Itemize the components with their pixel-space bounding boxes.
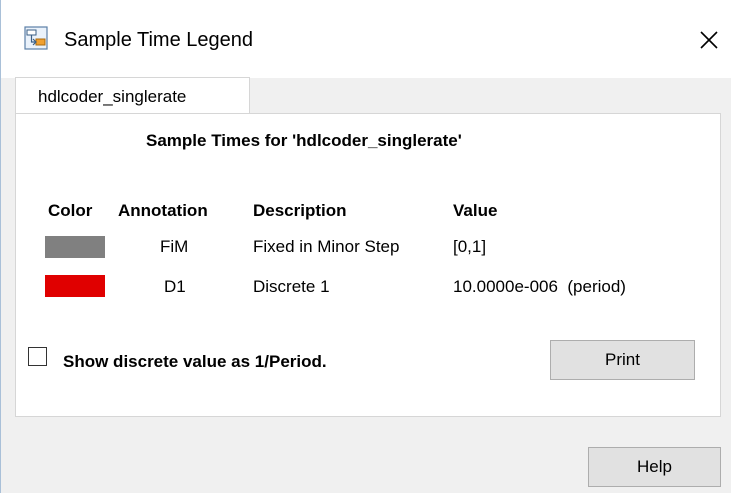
description-cell: Discrete 1 <box>253 277 330 296</box>
checkbox-label[interactable]: Show discrete value as 1/Period. <box>63 351 327 373</box>
dialog-window: Sample Time Legend hdlcoder_singlerate S… <box>0 0 731 493</box>
value-cell: [0,1] <box>453 237 487 256</box>
column-header-annotation: Annotation <box>118 201 208 220</box>
description-cell: Fixed in Minor Step <box>253 237 400 256</box>
title-bar: Sample Time Legend <box>1 0 731 78</box>
show-as-frequency-checkbox[interactable] <box>28 347 47 366</box>
help-button[interactable]: Help <box>588 447 721 487</box>
annotation-cell: FiM <box>160 237 189 256</box>
panel-heading: Sample Times for 'hdlcoder_singlerate' <box>146 131 462 150</box>
window-title: Sample Time Legend <box>64 29 254 51</box>
column-header-description: Description <box>253 201 347 220</box>
value-cell: 10.0000e-006 (period) <box>453 277 626 296</box>
print-button[interactable]: Print <box>550 340 695 380</box>
column-header-color: Color <box>48 201 93 220</box>
color-swatch <box>45 236 105 258</box>
column-header-value: Value <box>453 201 498 220</box>
simulink-model-icon <box>24 26 48 50</box>
color-swatch <box>45 275 105 297</box>
tab-label: hdlcoder_singlerate <box>38 87 187 106</box>
tab-hdlcoder-singlerate[interactable]: hdlcoder_singlerate <box>15 77 250 114</box>
close-icon[interactable] <box>689 20 729 60</box>
annotation-cell: D1 <box>164 277 186 296</box>
